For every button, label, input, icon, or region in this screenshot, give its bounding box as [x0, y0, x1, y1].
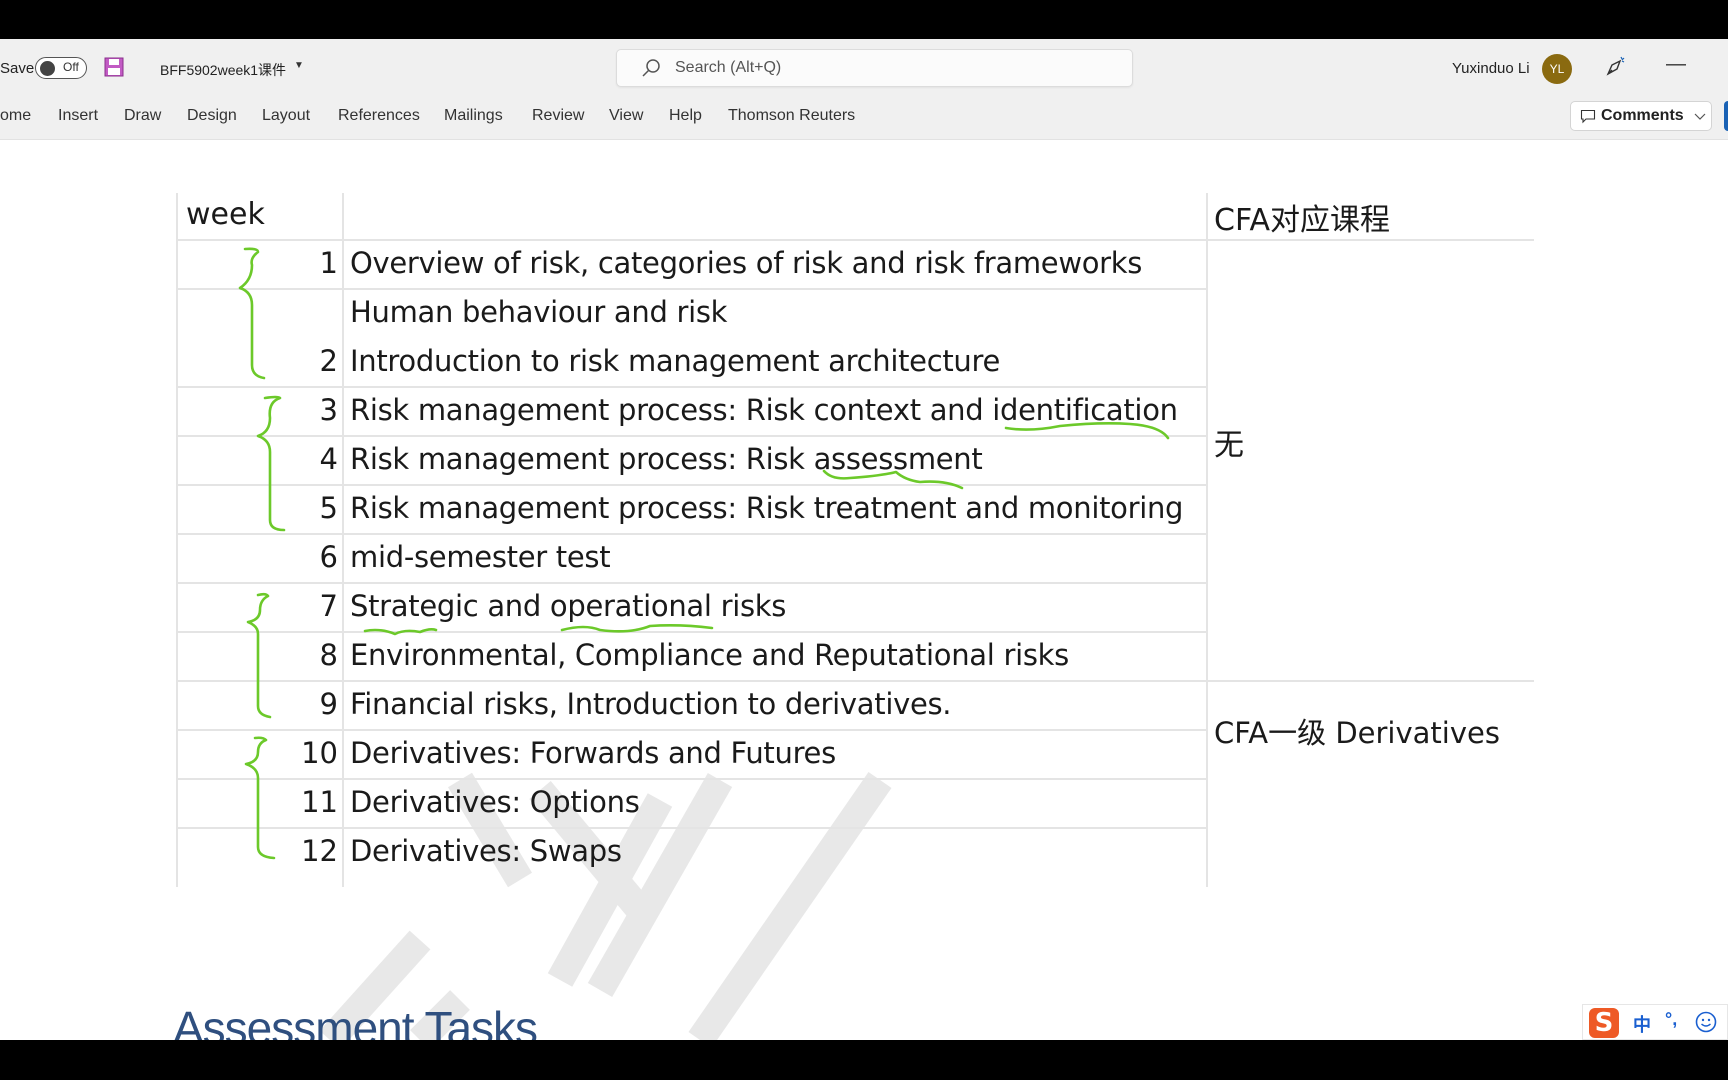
search-input[interactable] — [675, 56, 1095, 80]
tab-help[interactable]: Help — [669, 107, 702, 125]
cfa-cell-none: 无 — [1214, 428, 1244, 463]
topic-cell: mid-semester test — [350, 540, 611, 574]
autosave-toggle[interactable]: Off — [35, 57, 87, 79]
row-divider — [176, 680, 1534, 682]
topic-cell: Risk management process: Risk treatment … — [350, 491, 1184, 525]
topic-cell: Overview of risk, categories of risk and… — [350, 246, 1143, 280]
row-divider — [176, 533, 1206, 535]
topic-cell: Risk management process: Risk context an… — [350, 393, 1178, 427]
comment-icon — [1580, 109, 1596, 124]
week-number: 1 — [319, 246, 338, 280]
search-icon — [642, 59, 660, 77]
week-number: 11 — [301, 785, 338, 819]
topic-cell: Environmental, Compliance and Reputation… — [350, 638, 1069, 672]
ime-toolbar: S 中 °, — [1582, 1004, 1728, 1040]
header-week: week — [186, 197, 265, 232]
row-divider — [176, 729, 1206, 731]
tab-home[interactable]: ome — [0, 107, 31, 125]
tab-design[interactable]: Design — [187, 107, 237, 125]
screen-top-border — [0, 0, 1728, 39]
topic-cell: Derivatives: Forwards and Futures — [350, 736, 836, 770]
chevron-down-icon — [1694, 113, 1706, 120]
bracket-weeks-10-12 — [244, 736, 276, 860]
share-button[interactable] — [1724, 101, 1728, 131]
row-divider — [176, 827, 1206, 829]
topic-cell: Human behaviour and risk — [350, 295, 728, 329]
topic-cell: Derivatives: Options — [350, 785, 640, 819]
ime-punctuation-mode[interactable]: °, — [1665, 1009, 1677, 1030]
tab-draw[interactable]: Draw — [124, 107, 161, 125]
tab-thomson-reuters[interactable]: Thomson Reuters — [728, 107, 855, 125]
row-divider — [176, 582, 1206, 584]
week-number: 7 — [319, 589, 338, 623]
ribbon-tabs: ome Insert Draw Design Layout References… — [0, 95, 1728, 140]
topic-cell: Introduction to risk management architec… — [350, 344, 1001, 378]
week-number: 2 — [319, 344, 338, 378]
document-title[interactable]: BFF5902week1课件 — [160, 60, 286, 80]
topic-cell: Strategic and operational risks — [350, 589, 787, 623]
row-divider — [176, 435, 1206, 437]
topic-cell: Derivatives: Swaps — [350, 834, 622, 868]
tab-view[interactable]: View — [609, 107, 643, 125]
topic-cell: Risk management process: Risk assessment — [350, 442, 983, 476]
section-heading: Assessment Tasks — [173, 1001, 538, 1040]
week-number: 4 — [319, 442, 338, 476]
search-box[interactable] — [616, 49, 1133, 87]
topic-cell: Financial risks, Introduction to derivat… — [350, 687, 952, 721]
week-number: 5 — [319, 491, 338, 525]
column-divider — [1206, 193, 1208, 887]
week-number: 10 — [301, 736, 338, 770]
sogou-logo-icon[interactable]: S — [1589, 1008, 1619, 1038]
document-canvas: week CFA对应课程 1 Overview of risk, categor… — [0, 140, 1728, 1040]
bracket-weeks-7-9 — [246, 592, 272, 719]
bracket-weeks-1-2 — [238, 247, 266, 380]
week-number: 3 — [319, 393, 338, 427]
save-icon[interactable] — [104, 57, 124, 77]
row-divider — [176, 778, 1206, 780]
table-border-left — [176, 193, 178, 887]
week-number: 8 — [319, 638, 338, 672]
avatar[interactable]: YL — [1542, 54, 1572, 84]
row-divider — [176, 239, 1534, 241]
designer-icon[interactable] — [1603, 55, 1627, 79]
comments-button[interactable]: Comments — [1570, 101, 1712, 131]
comments-label: Comments — [1601, 107, 1684, 124]
title-bar: Save Off BFF5902week1课件 ▼ Yuxinduo Li YL… — [0, 39, 1728, 95]
ime-language-mode[interactable]: 中 — [1633, 1011, 1651, 1037]
title-dropdown-icon[interactable]: ▼ — [294, 60, 304, 71]
tab-review[interactable]: Review — [532, 107, 584, 125]
row-divider — [176, 631, 1206, 633]
week-number: 12 — [301, 834, 338, 868]
row-divider — [176, 386, 1206, 388]
header-cfa-course: CFA对应课程 — [1214, 203, 1390, 238]
row-divider — [176, 484, 1206, 486]
autosave-label: Save — [0, 60, 35, 77]
user-name: Yuxinduo Li — [1452, 60, 1530, 77]
screen-bottom-border — [0, 1040, 1728, 1080]
toggle-state: Off — [63, 60, 79, 74]
tab-references[interactable]: References — [338, 107, 420, 125]
row-divider — [176, 288, 1206, 290]
toggle-knob — [40, 61, 55, 76]
word-window: Save Off BFF5902week1课件 ▼ Yuxinduo Li YL… — [0, 39, 1728, 1040]
emoji-icon[interactable] — [1695, 1011, 1717, 1033]
week-number: 6 — [319, 540, 338, 574]
cfa-cell-derivatives: CFA一级 Derivatives — [1214, 716, 1500, 750]
column-divider — [342, 193, 344, 887]
tab-layout[interactable]: Layout — [262, 107, 310, 125]
tab-mailings[interactable]: Mailings — [444, 107, 503, 125]
week-number: 9 — [319, 687, 338, 721]
minimize-button[interactable]: — — [1664, 53, 1688, 77]
tab-insert[interactable]: Insert — [58, 107, 98, 125]
